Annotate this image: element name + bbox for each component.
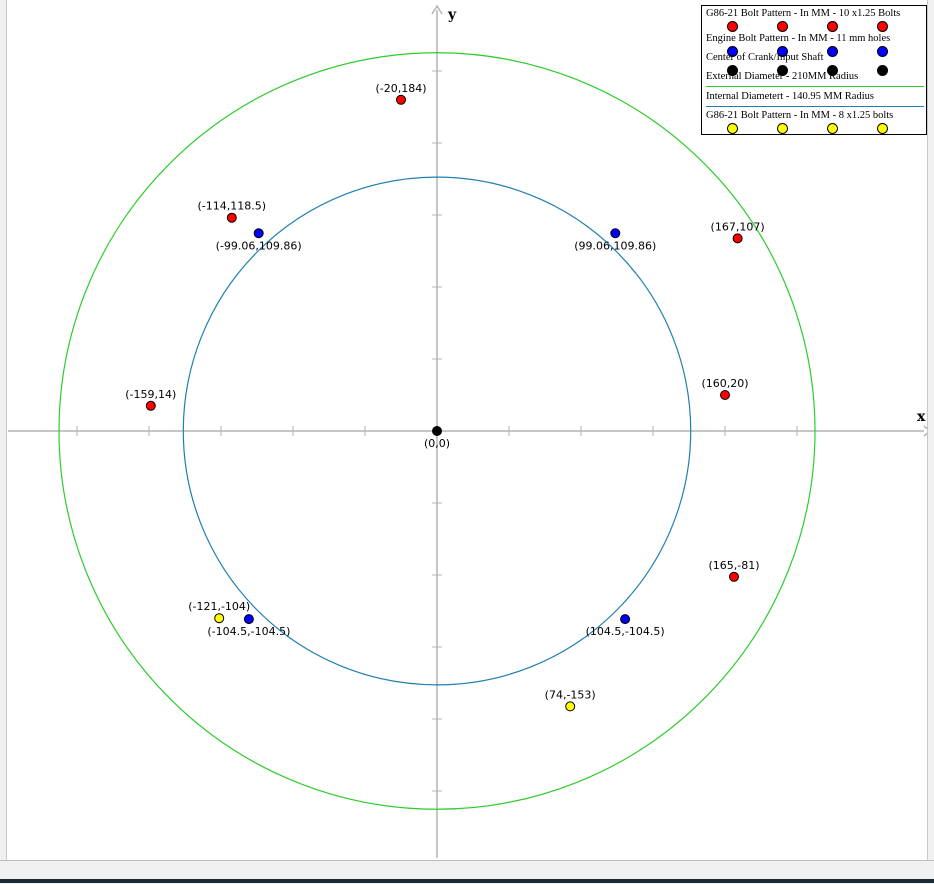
legend: G86-21 Bolt Pattern - In MM - 10 x1.25 B… [701,5,927,135]
right-window-edge [927,0,934,860]
point-label: (74,-153) [545,688,596,701]
legend-entry-label: G86-21 Bolt Pattern - In MM - 8 x1.25 bo… [706,110,894,121]
point-label: (-99.06,109.86) [216,239,302,252]
data-points [145,94,743,712]
data-point [610,228,621,239]
legend-entry-label: Engine Bolt Pattern - In MM - 11 mm hole… [706,33,891,44]
point-label: (165,-81) [708,559,759,572]
x-axis-label: x [917,409,926,425]
legend-marker-dot [877,46,888,57]
legend-marker-dot [777,21,788,32]
point-label: (160,20) [701,377,748,390]
legend-markers [727,123,907,135]
data-point [226,212,237,223]
data-point [732,233,743,244]
data-point [396,94,406,105]
y-axis-label: y [447,7,457,23]
legend-entry-label: G86-21 Bolt Pattern - In MM - 10 x1.25 B… [706,8,901,19]
data-point [243,614,254,625]
point-labels: (-20,184) (-114,118.5) (167,107) (-159,14) (… [125,82,764,702]
legend-marker-dot [827,21,838,32]
data-point [145,400,156,411]
legend-marker-dot [727,123,738,134]
taskbar-strip [0,879,934,883]
point-label: (-114,118.5) [198,200,267,213]
point-label: (167,107) [711,220,765,233]
legend-entry-label: Center of Crank/Input Shaft [706,52,824,63]
legend-marker-dot [777,123,788,134]
legend-markers [727,21,907,33]
point-label: (-20,184) [375,82,426,95]
legend-marker-dot [877,21,888,32]
legend-entry-label: External Diameter - 210MM Radius [706,71,859,82]
legend-marker-dot [827,123,838,134]
legend-marker-dot [877,123,888,134]
point-label: (99.06,109.86) [574,239,656,252]
legend-marker-dot [827,46,838,57]
point-label: (-121,-104) [188,600,250,613]
data-point [720,390,730,400]
data-point [565,701,576,712]
legend-line-swatch [706,106,924,107]
point-label: (104.5,-104.5) [586,625,665,638]
legend-entry-label: Internal Diametert - 140.95 MM Radius [706,91,874,102]
legend-marker-dot [727,21,738,32]
point-label: (0,0) [424,437,450,450]
legend-marker-dot [877,65,888,76]
data-point [253,228,264,239]
point-label: (-159,14) [125,388,176,401]
data-point [729,571,739,582]
legend-line-swatch [706,86,924,87]
data-point [214,613,225,624]
data-point [620,614,631,625]
left-window-edge [0,0,7,860]
point-label: (-104.5,-104.5) [207,625,290,638]
chart-area: (-20,184) (-114,118.5) (167,107) (-159,14) (… [0,0,934,883]
data-point [432,426,442,436]
